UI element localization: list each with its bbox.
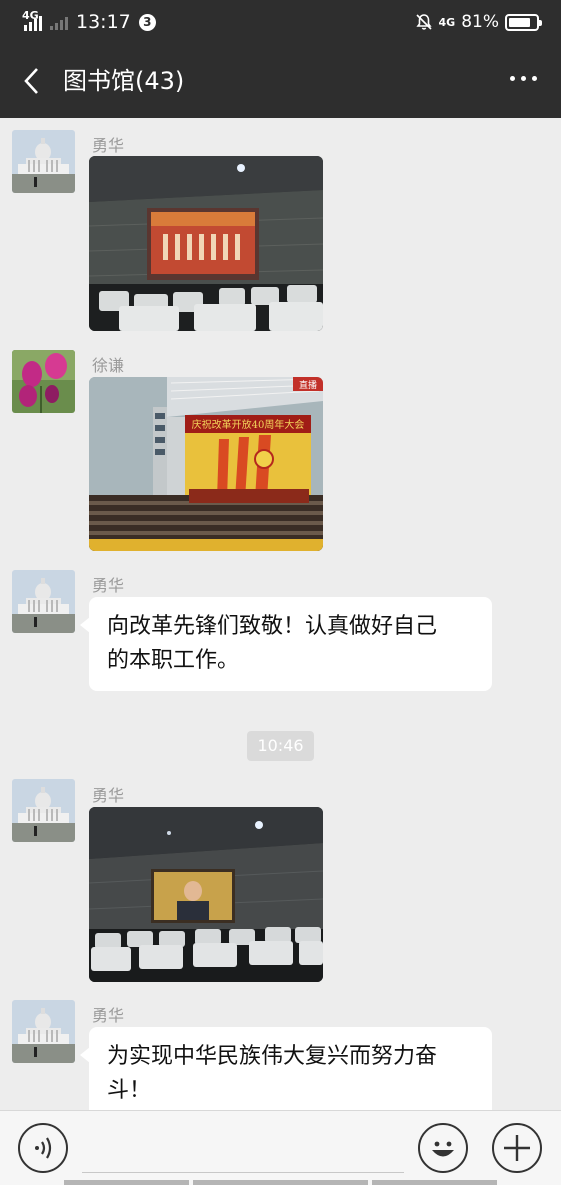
message-line: 向改革先锋们致敬！认真做好自己 [107,614,438,639]
poster-text: 庆祝改革开放40周年大会 [192,418,305,431]
chat-title: 图书馆(43) [63,67,185,95]
sender-name: 勇华 [92,786,125,805]
message-line: 的本职工作。 [107,648,240,673]
notification-badge: 3 [138,13,156,31]
message-input[interactable] [82,1121,404,1173]
message-list[interactable]: 勇华 徐谦 庆祝改革开放40周年大会 直播 勇华 向改革先锋们致敬！认真做好自己… [0,118,561,1110]
plus-icon[interactable] [492,1123,542,1173]
sender-name: 勇华 [92,576,125,595]
chevron-left-icon[interactable] [20,66,44,96]
gesture-bar-segment [372,1180,497,1185]
message-line: 为实现中华民族伟大复兴而努力奋 [107,1044,438,1069]
voice-icon[interactable] [18,1123,68,1173]
battery-percent: 81% [461,12,499,32]
text-message-bubble[interactable]: 向改革先锋们致敬！认真做好自己 的本职工作。 [80,597,492,691]
avatar-capitol[interactable] [12,779,75,842]
mute-bell-icon [415,14,432,30]
sender-name: 徐谦 [92,356,125,375]
emoji-icon[interactable] [418,1123,468,1173]
text-message-bubble[interactable]: 为实现中华民族伟大复兴而努力奋 斗！ [80,1027,492,1110]
clock: 13:17 [76,11,131,33]
tv-badge: 直播 [299,379,317,391]
status-bar: 4G 13:17 3 4G 81% [0,0,561,44]
sender-name: 勇华 [92,136,125,155]
input-bar [0,1110,561,1185]
time-divider: 10:46 [247,731,314,761]
image-message-screening-room[interactable] [89,156,323,331]
more-dots-icon[interactable] [510,76,537,81]
gesture-bar-segment [193,1180,368,1185]
battery-icon [505,13,542,31]
sender-name: 勇华 [92,1006,125,1025]
image-message-anniversary-broadcast[interactable]: 庆祝改革开放40周年大会 直播 [89,377,323,551]
image-message-speech-broadcast[interactable] [89,807,323,982]
avatar-capitol[interactable] [12,130,75,193]
avatar-tulips[interactable] [12,350,75,413]
gesture-bar-segment [64,1180,189,1185]
avatar-capitol[interactable] [12,1000,75,1063]
secondary-signal-icon [50,14,68,30]
avatar-capitol[interactable] [12,570,75,633]
signal-icon: 4G [22,10,46,33]
message-line: 斗！ [107,1078,152,1103]
network-type: 4G [438,15,456,29]
chat-header: 图书馆(43) [0,44,561,118]
